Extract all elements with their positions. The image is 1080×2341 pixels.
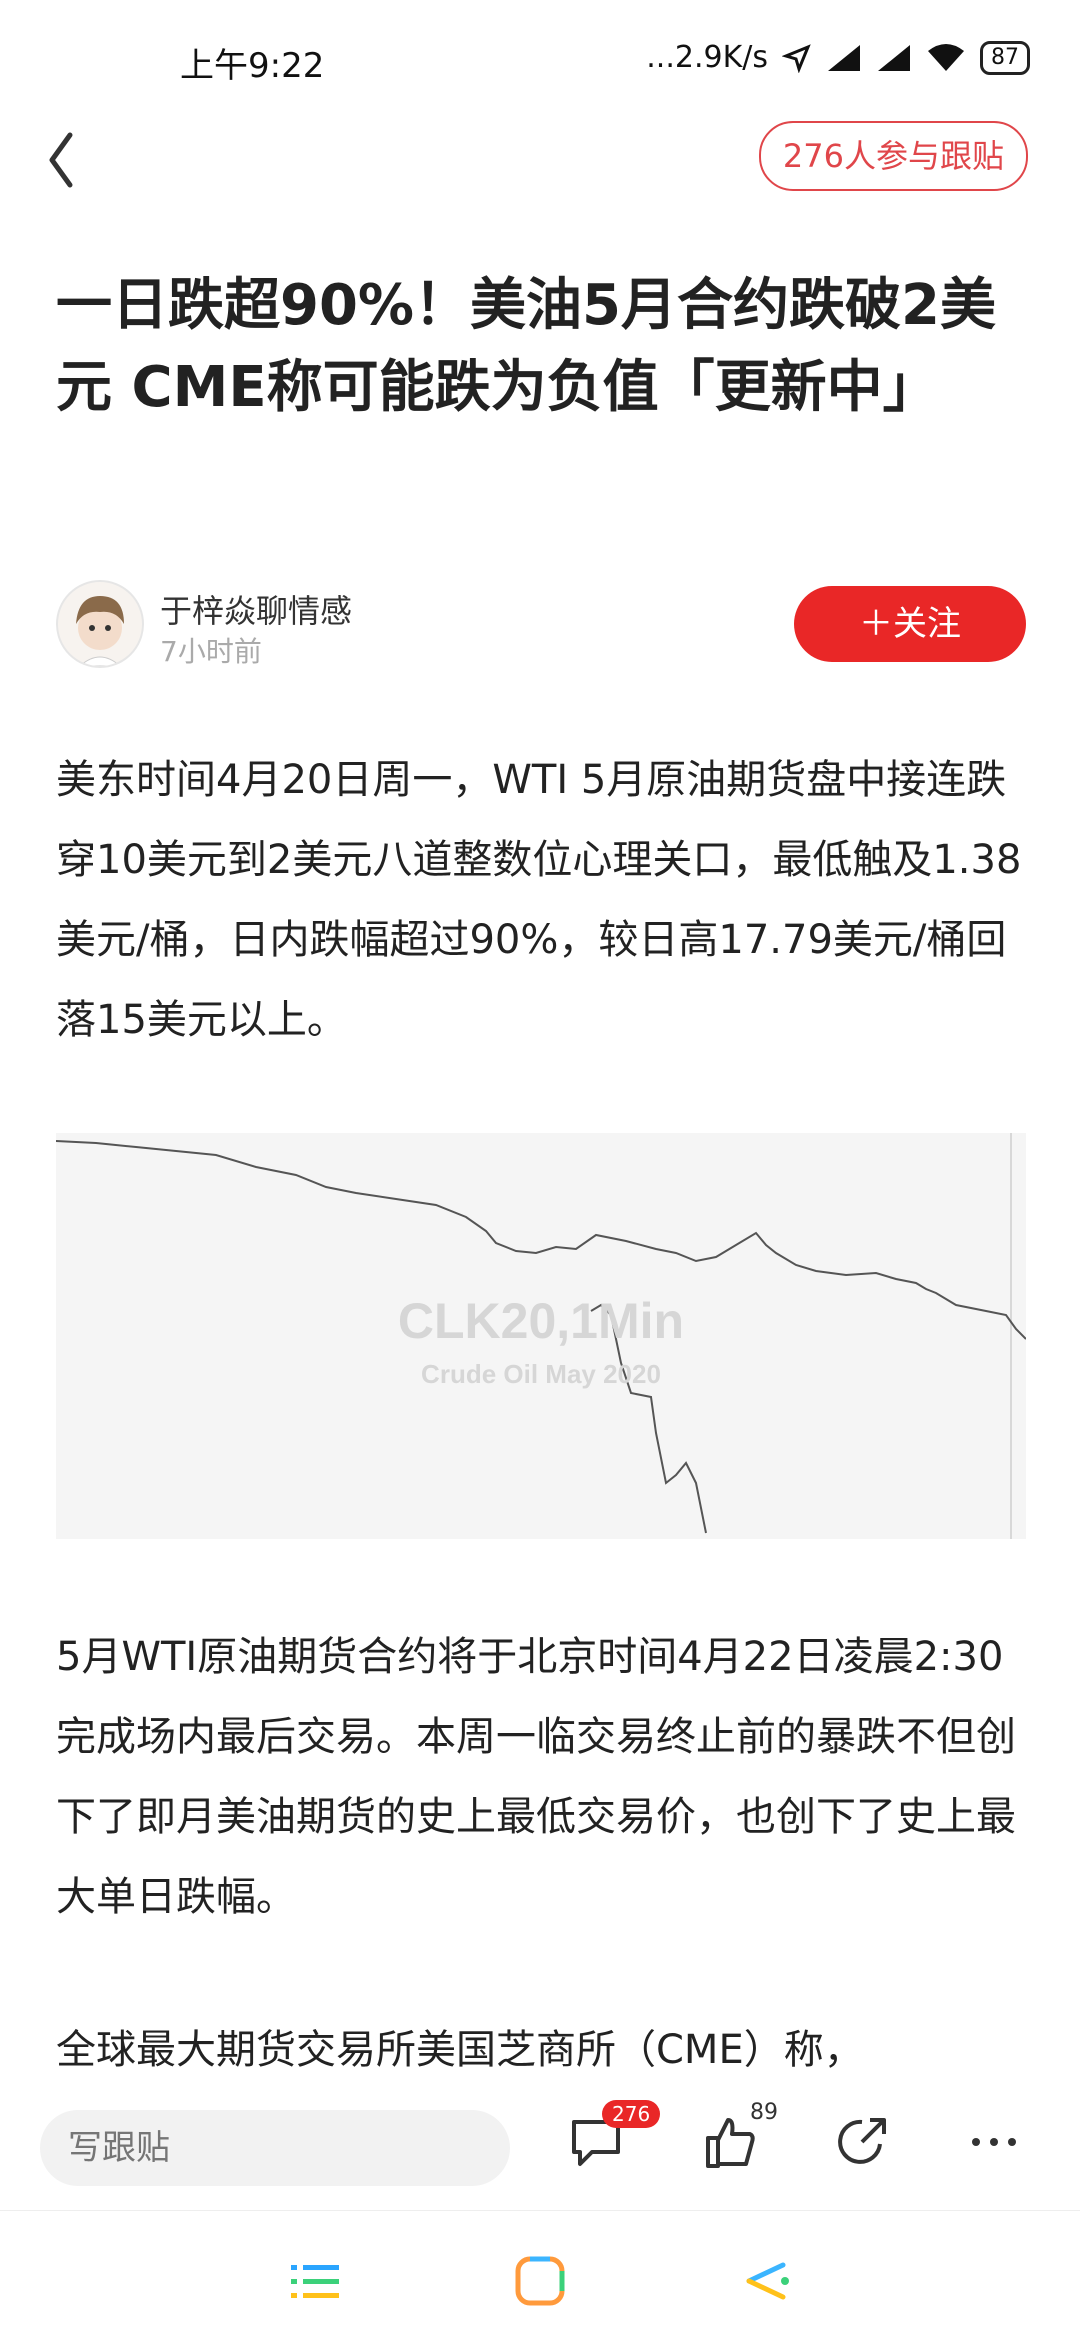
battery-indicator: 87 bbox=[980, 40, 1030, 75]
comment-count-badge: 276 bbox=[602, 2100, 661, 2128]
price-chart-image: CLK20,1Min Crude Oil May 2020 bbox=[56, 1133, 1026, 1539]
avatar-image bbox=[76, 596, 124, 666]
home-icon[interactable] bbox=[510, 2251, 570, 2311]
bottom-action-bar: 276 89 bbox=[0, 2090, 1080, 2210]
comment-button[interactable]: 276 bbox=[566, 2100, 661, 2182]
network-speed: ...2.9K/s bbox=[646, 40, 768, 75]
avatar[interactable] bbox=[56, 580, 144, 668]
image-watermark-subtitle: Crude Oil May 2020 bbox=[421, 1359, 661, 1389]
status-bar: 上午9:22 ...2.9K/s 87 bbox=[0, 0, 1080, 120]
more-button[interactable] bbox=[964, 2112, 1034, 2182]
article-paragraph: 5月WTI原油期货合约将于北京时间4月22日凌晨2:30完成场内最后交易。本周一… bbox=[56, 1634, 1016, 1920]
menu-icon[interactable] bbox=[285, 2251, 345, 2311]
article-paragraph: 全球最大期货交易所美国芝商所（CME）称， bbox=[56, 2027, 864, 2073]
comments-count-button[interactable]: 276人参与跟贴 bbox=[758, 121, 1028, 191]
reply-input[interactable] bbox=[40, 2110, 510, 2186]
author-row: 于梓焱聊情感 7小时前 ＋关注 bbox=[56, 580, 1026, 670]
follow-button[interactable]: ＋关注 bbox=[794, 586, 1026, 662]
article-title: 一日跌超90%！美油5月合约跌破2美元 CME称可能跌为负值「更新中」 bbox=[56, 273, 996, 420]
top-nav: 276人参与跟贴 bbox=[0, 115, 1080, 205]
system-navigation bbox=[0, 2210, 1080, 2341]
location-icon bbox=[782, 43, 811, 73]
like-button[interactable]: 89 bbox=[700, 2100, 778, 2182]
article-paragraph: 美东时间4月20日周一，WTI 5月原油期货盘中接连跌穿10美元到2美元八道整数… bbox=[56, 757, 1022, 1043]
like-count: 89 bbox=[750, 2100, 778, 2125]
article-image[interactable]: CLK20,1Min Crude Oil May 2020 bbox=[56, 1133, 1026, 1539]
more-icon bbox=[972, 2138, 1016, 2146]
image-watermark-title: CLK20,1Min bbox=[398, 1293, 684, 1349]
signal-icon-2 bbox=[878, 44, 910, 71]
status-indicators: ...2.9K/s 87 bbox=[646, 40, 1030, 75]
share-icon bbox=[838, 2118, 886, 2164]
wifi-icon bbox=[928, 43, 964, 71]
publish-time: 7小时前 bbox=[160, 635, 262, 668]
share-button[interactable] bbox=[832, 2112, 902, 2182]
signal-icon bbox=[828, 44, 860, 71]
back-icon[interactable] bbox=[40, 125, 84, 195]
status-time: 上午9:22 bbox=[180, 46, 325, 86]
back-nav-icon[interactable] bbox=[735, 2251, 795, 2311]
author-name[interactable]: 于梓焱聊情感 bbox=[160, 586, 352, 632]
